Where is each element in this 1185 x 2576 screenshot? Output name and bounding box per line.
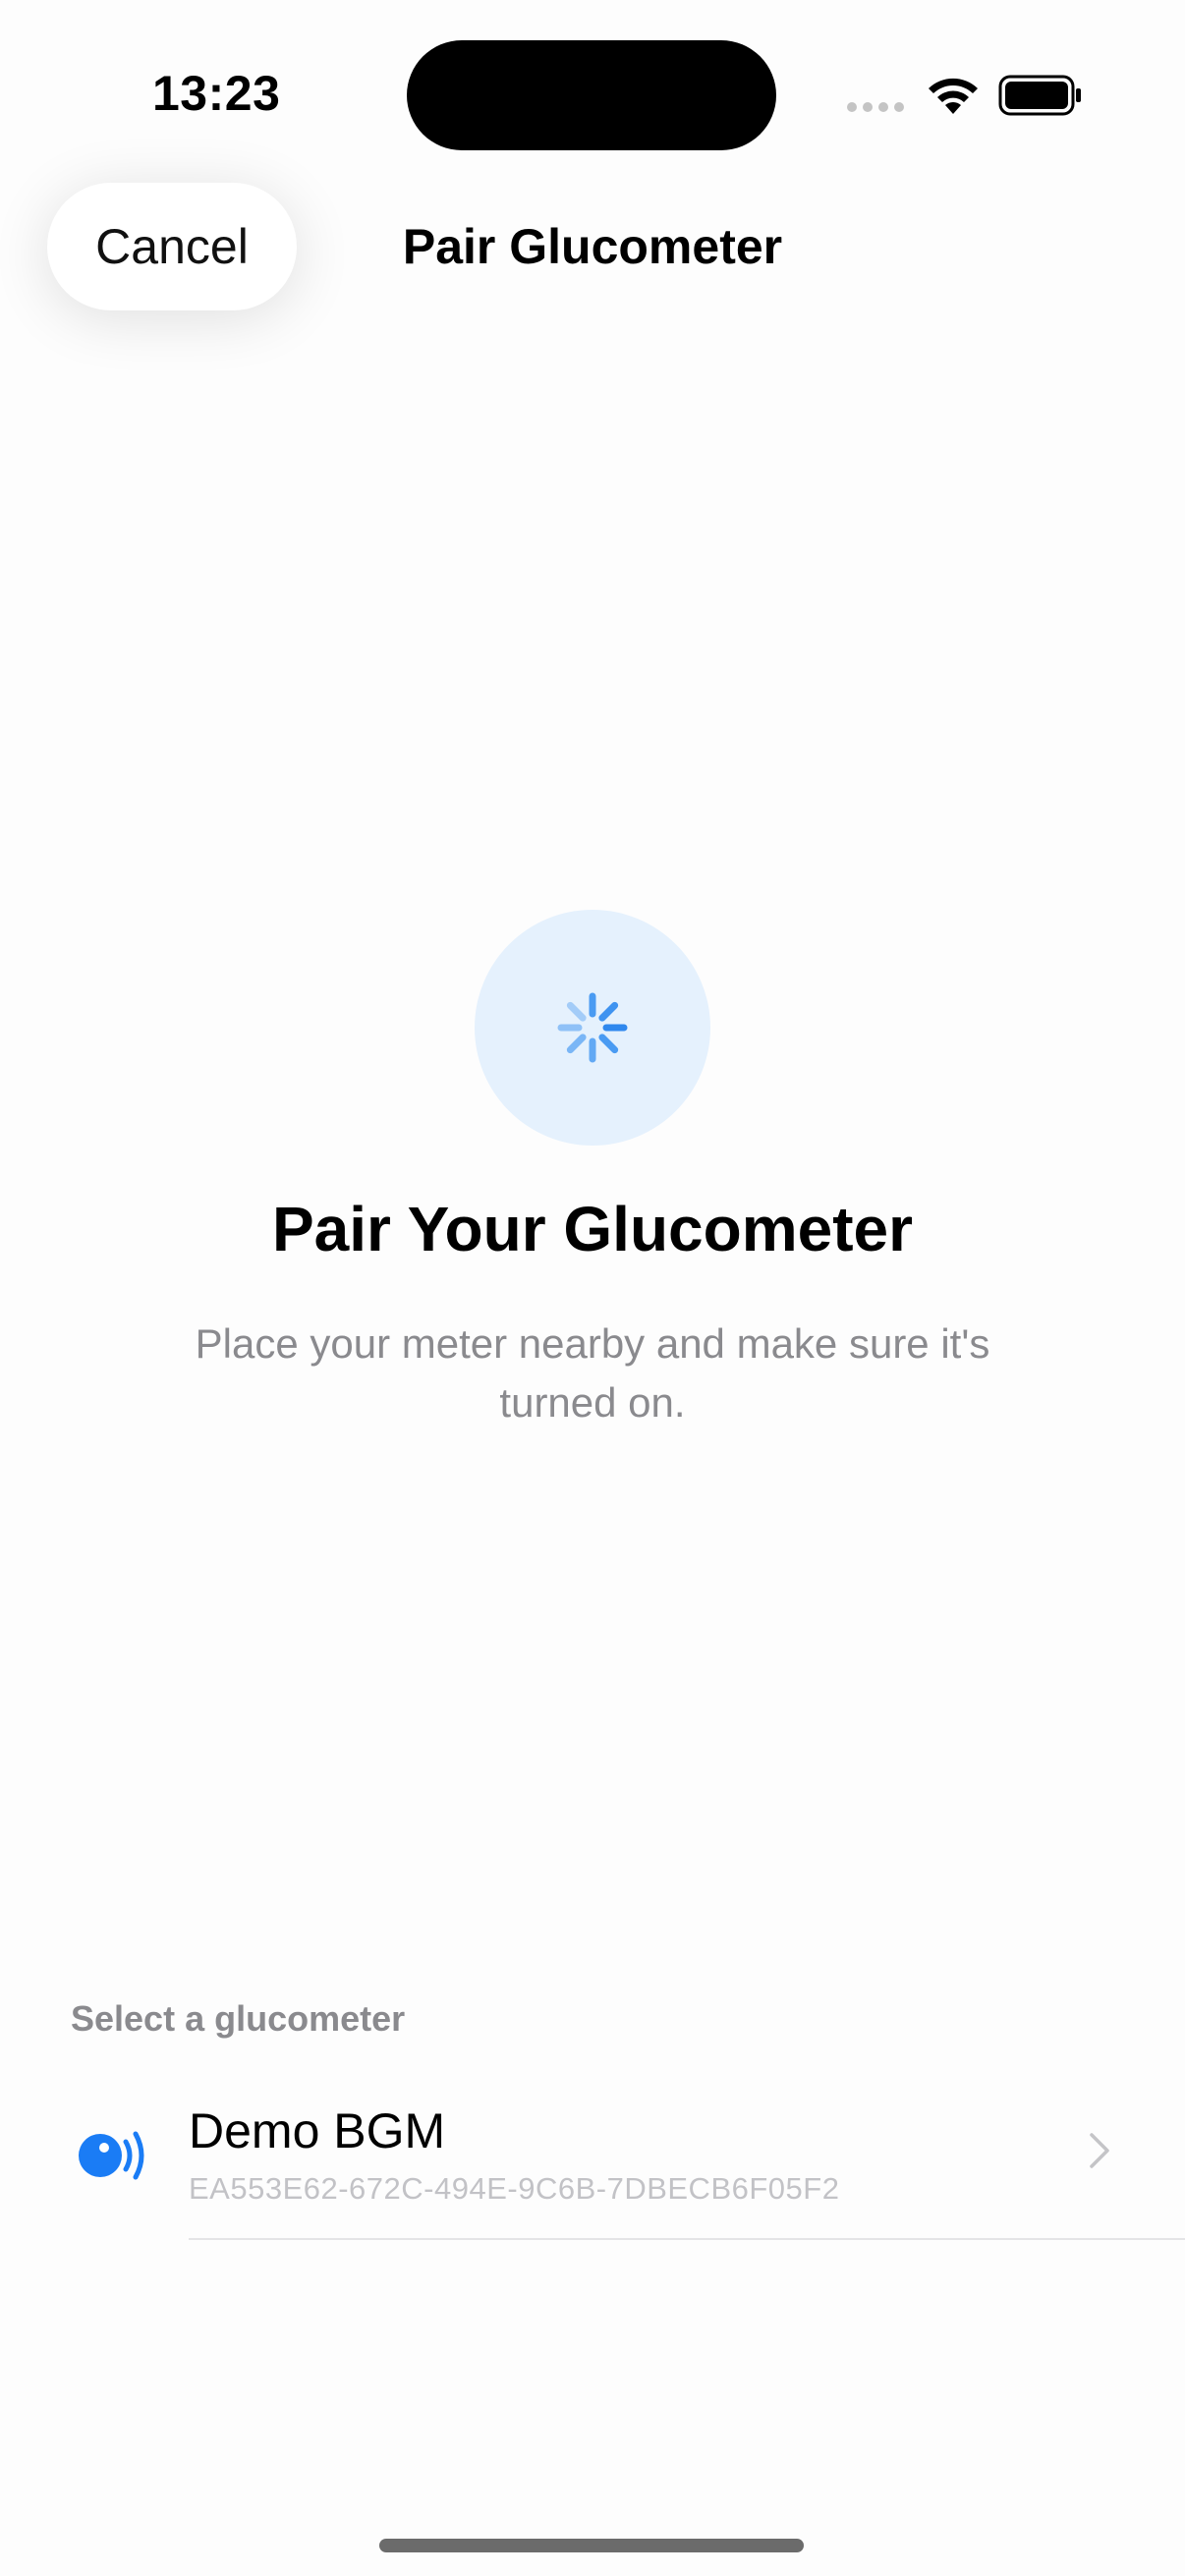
bluetooth-device-icon	[79, 2131, 144, 2180]
dynamic-island	[407, 40, 776, 150]
chevron-right-icon	[1090, 2133, 1109, 2168]
status-time: 13:23	[152, 66, 281, 121]
battery-icon	[998, 75, 1081, 116]
nav-title: Pair Glucometer	[402, 219, 783, 274]
device-identifier: EA553E62-672C-494E-9C6B-7DBECB6F05F2	[189, 2171, 840, 2206]
pair-glucometer-screen: 13:23 Cancel Pair Glucometer Pair Your G…	[0, 0, 1185, 2576]
home-indicator[interactable]	[379, 2539, 804, 2552]
cellular-signal-icon	[847, 102, 904, 112]
scanning-indicator	[475, 910, 710, 1146]
wifi-icon	[929, 78, 978, 114]
device-list-item[interactable]: Demo BGM EA553E62-672C-494E-9C6B-7DBECB6…	[0, 2073, 1185, 2240]
row-separator	[189, 2238, 1185, 2240]
page-headline: Pair Your Glucometer	[271, 1194, 914, 1264]
device-name: Demo BGM	[189, 2103, 446, 2158]
activity-spinner-icon	[557, 992, 628, 1063]
page-subtitle: Place your meter nearby and make sure it…	[195, 1320, 990, 1426]
section-header: Select a glucometer	[71, 1998, 406, 2039]
